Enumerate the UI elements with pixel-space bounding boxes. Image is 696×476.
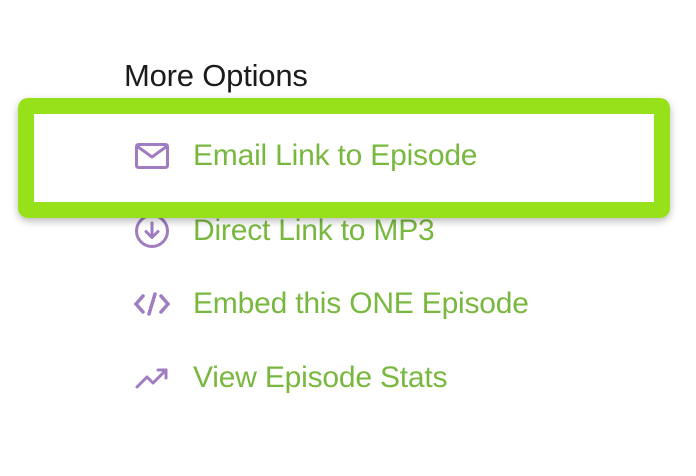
view-stats-label: View Episode Stats bbox=[193, 361, 448, 394]
email-link-label: Email Link to Episode bbox=[193, 139, 478, 172]
email-link-option[interactable]: Email Link to Episode bbox=[132, 136, 477, 176]
direct-link-mp3-label: Direct Link to MP3 bbox=[193, 214, 435, 247]
more-options-list: Email Link to Episode Direct Link to MP3… bbox=[0, 0, 696, 476]
embed-episode-label: Embed this ONE Episode bbox=[193, 287, 529, 320]
embed-episode-option[interactable]: Embed this ONE Episode bbox=[132, 284, 529, 324]
download-circle-icon bbox=[132, 211, 172, 251]
code-icon bbox=[132, 284, 172, 324]
trending-up-icon bbox=[132, 358, 172, 398]
direct-link-mp3-option[interactable]: Direct Link to MP3 bbox=[132, 211, 435, 251]
mail-icon bbox=[132, 136, 172, 176]
view-stats-option[interactable]: View Episode Stats bbox=[132, 358, 448, 398]
